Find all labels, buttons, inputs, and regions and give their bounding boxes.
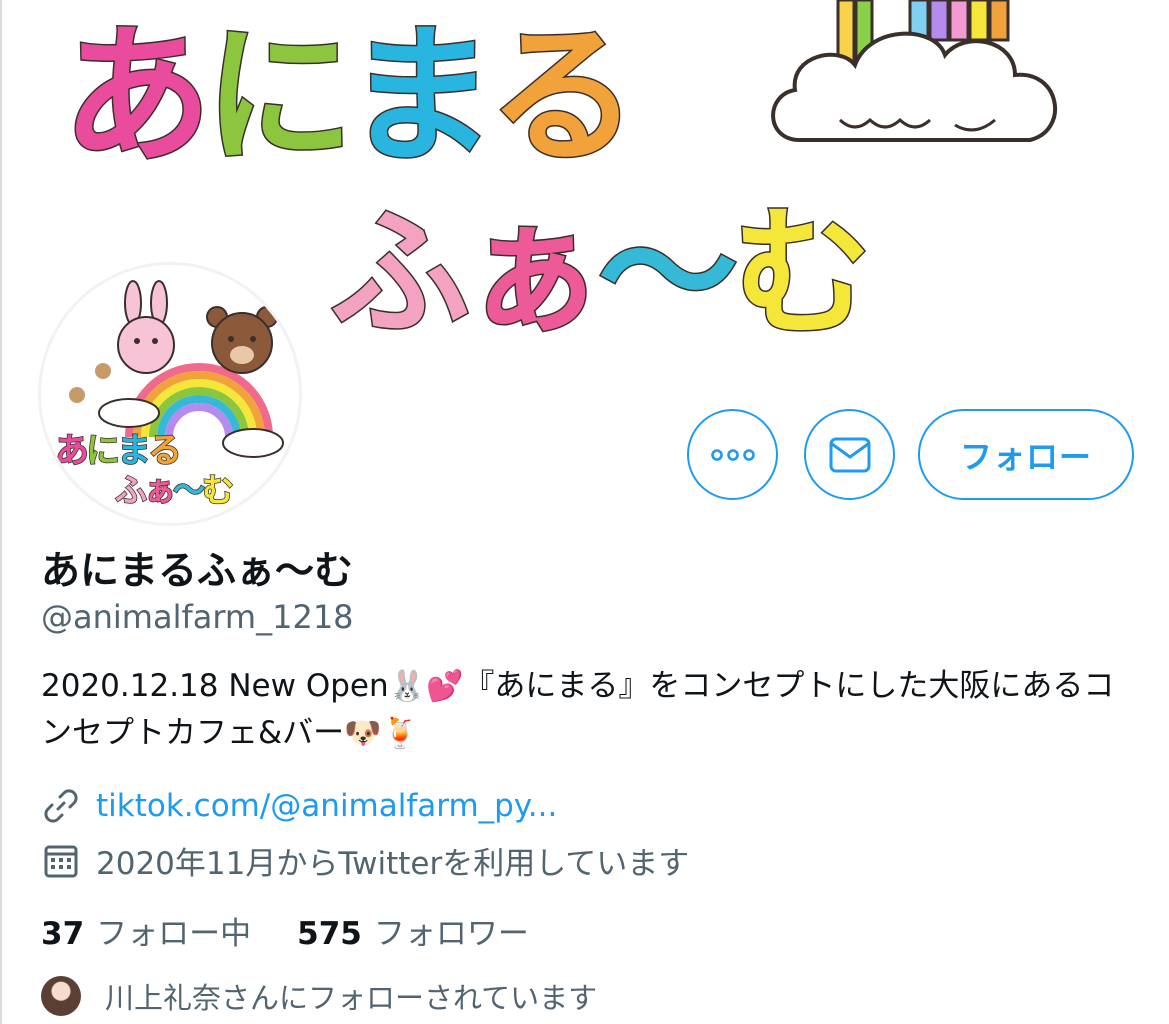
avatar-logo-line2: ふぁ〜む <box>114 465 235 511</box>
website-row: tiktok.com/@animalfarm_py... <box>41 786 557 826</box>
following-label: フォロー中 <box>96 916 252 952</box>
avatar-logo-char: ぁ <box>143 470 177 510</box>
dog-emoji: 🐶 <box>344 716 382 751</box>
profile-avatar[interactable]: あにまる ふぁ〜む <box>38 262 302 526</box>
followers-count: 575 <box>297 916 362 952</box>
direct-message-button[interactable] <box>804 409 895 500</box>
username-handle: @animalfarm_1218 <box>41 598 354 636</box>
avatar-logo-char: あ <box>54 430 90 472</box>
following-link[interactable]: 37 フォロー中 <box>41 908 251 953</box>
bio-text: 2020.12.18 New Open <box>41 668 389 704</box>
profile-bio: 2020.12.18 New Open🐰💕『あにまる』をコンセプトにした大阪にあ… <box>41 663 1141 757</box>
follower-avatar <box>41 976 81 1016</box>
joined-date-row: 2020年11月からTwitterを利用しています <box>41 838 689 883</box>
banner-char: る <box>487 10 640 184</box>
joined-date-text: 2020年11月からTwitterを利用しています <box>96 846 690 882</box>
avatar-logo-char: ふ <box>114 470 148 510</box>
banner-char: ぁ <box>463 193 606 356</box>
banner-char: む <box>731 193 874 356</box>
followers-link[interactable]: 575 フォロワー <box>297 908 529 953</box>
banner-char: 〜 <box>597 193 740 356</box>
more-dots-icon <box>710 448 755 461</box>
followed-by-row[interactable]: 川上礼奈さんにフォローされています <box>41 975 597 1017</box>
rainbow-cloud-illustration <box>771 0 1057 142</box>
banner-char: ふ <box>328 193 471 356</box>
banner-title-line2: ふぁ〜む <box>328 193 874 356</box>
following-count: 37 <box>41 916 85 952</box>
follow-stats: 37 フォロー中 575 フォロワー <box>41 908 529 953</box>
avatar-logo-char: に <box>85 430 121 472</box>
banner-char: ま <box>345 10 498 184</box>
followers-label: フォロワー <box>373 916 529 952</box>
avatar-logo-char: 〜 <box>172 470 206 510</box>
follow-button[interactable]: フォロー <box>918 409 1134 500</box>
display-name: あにまるふぁ〜む <box>41 549 354 594</box>
link-icon <box>41 786 81 826</box>
banner-char: あ <box>60 10 213 184</box>
drink-emoji: 🍹 <box>381 716 419 751</box>
banner-title-line1: あにまる <box>60 10 640 184</box>
website-link[interactable]: tiktok.com/@animalfarm_py... <box>96 788 557 824</box>
rabbit-emoji: 🐰 <box>388 669 426 704</box>
calendar-icon <box>41 841 81 881</box>
hearts-emoji: 💕 <box>425 669 464 704</box>
avatar-logo-char: む <box>201 470 235 510</box>
more-options-button[interactable] <box>687 409 778 500</box>
banner-char: に <box>203 10 356 184</box>
followed-by-text: 川上礼奈さんにフォローされています <box>105 981 598 1015</box>
envelope-icon <box>829 437 870 472</box>
